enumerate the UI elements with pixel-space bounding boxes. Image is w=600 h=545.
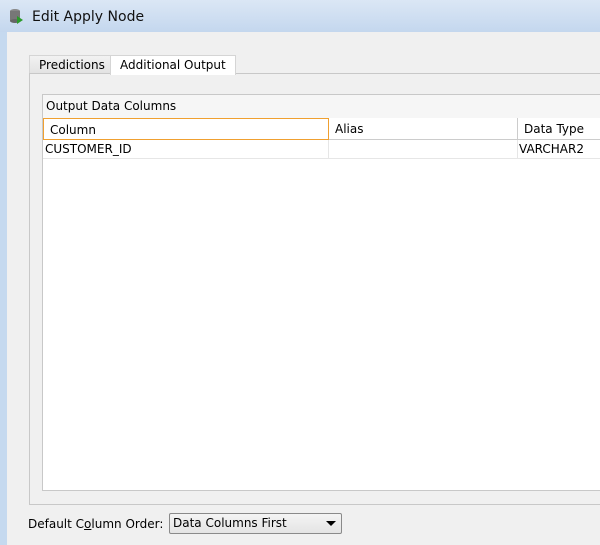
default-column-order-select[interactable]: Data Columns First (169, 513, 342, 534)
window-title: Edit Apply Node (32, 9, 145, 25)
title-bar: Edit Apply Node (0, 0, 600, 32)
column-header-column[interactable]: Column (43, 118, 329, 140)
table-caption: Output Data Columns (43, 95, 600, 119)
database-apply-icon (10, 9, 23, 24)
tab-additional-output[interactable]: Additional Output (110, 55, 236, 75)
chevron-down-icon (326, 521, 336, 526)
tab-predictions[interactable]: Predictions (29, 55, 115, 74)
select-value: Data Columns First (173, 516, 287, 530)
output-data-columns-table: Output Data Columns Column Alias Data Ty… (42, 94, 600, 491)
label-part: lumn Order: (91, 517, 164, 531)
label-part: Default C (28, 517, 85, 531)
default-column-order-label: Default Column Order: (28, 517, 163, 531)
table-cell-data-type[interactable]: VARCHAR2 (518, 140, 600, 159)
column-header-data-type[interactable]: Data Type (518, 118, 600, 140)
table-cell-alias[interactable] (329, 140, 518, 159)
table-cell-column[interactable]: CUSTOMER_ID (43, 140, 329, 159)
column-header-alias[interactable]: Alias (329, 118, 518, 140)
